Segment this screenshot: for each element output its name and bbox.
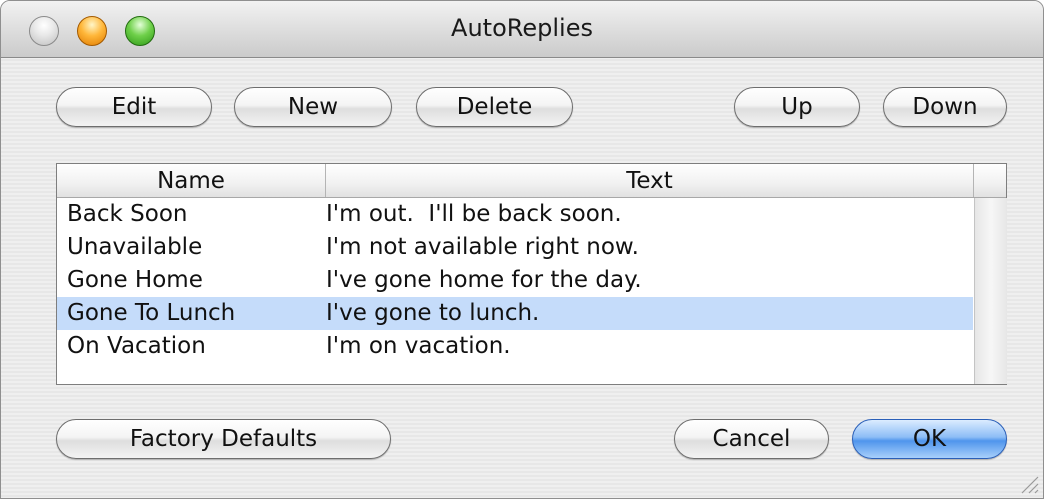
- row-text-cell: I'm on vacation.: [326, 333, 511, 359]
- delete-button[interactable]: Delete: [416, 87, 573, 127]
- factory-defaults-button[interactable]: Factory Defaults: [56, 419, 391, 459]
- down-button[interactable]: Down: [883, 87, 1007, 127]
- row-text-cell: I'm out. I'll be back soon.: [326, 201, 622, 227]
- row-name-cell: Gone Home: [67, 267, 203, 293]
- table-header: Name Text: [57, 164, 1006, 198]
- up-button[interactable]: Up: [734, 87, 860, 127]
- row-name-cell: Gone To Lunch: [67, 300, 236, 326]
- row-text-cell: I'm not available right now.: [326, 234, 639, 260]
- new-button[interactable]: New: [234, 87, 392, 127]
- vertical-scrollbar[interactable]: [974, 198, 1007, 384]
- column-header-name[interactable]: Name: [57, 164, 326, 197]
- header-corner: [974, 164, 1006, 197]
- autoreplies-table[interactable]: Name Text Back Soon I'm out. I'll be bac…: [56, 163, 1007, 385]
- table-row[interactable]: Unavailable I'm not available right now.: [57, 231, 973, 264]
- row-name-cell: Unavailable: [67, 234, 203, 260]
- autoreplies-window: AutoReplies Edit New Delete Up Down Name…: [0, 0, 1044, 499]
- ok-button[interactable]: OK: [852, 419, 1007, 459]
- table-row[interactable]: Back Soon I'm out. I'll be back soon.: [57, 198, 973, 231]
- edit-button[interactable]: Edit: [56, 87, 212, 127]
- table-row[interactable]: Gone Home I've gone home for the day.: [57, 264, 973, 297]
- title-bar[interactable]: AutoReplies: [1, 1, 1043, 58]
- row-text-cell: I've gone home for the day.: [326, 267, 642, 293]
- column-header-text[interactable]: Text: [326, 164, 974, 197]
- row-name-cell: On Vacation: [67, 333, 206, 359]
- resize-grip-icon[interactable]: [1017, 472, 1039, 494]
- row-text-cell: I've gone to lunch.: [326, 300, 540, 326]
- table-row-selected[interactable]: Gone To Lunch I've gone to lunch.: [57, 297, 973, 330]
- table-row[interactable]: On Vacation I'm on vacation.: [57, 330, 973, 363]
- table-body: Back Soon I'm out. I'll be back soon. Un…: [57, 198, 973, 363]
- row-name-cell: Back Soon: [67, 201, 188, 227]
- window-title: AutoReplies: [451, 14, 593, 42]
- cancel-button[interactable]: Cancel: [674, 419, 829, 459]
